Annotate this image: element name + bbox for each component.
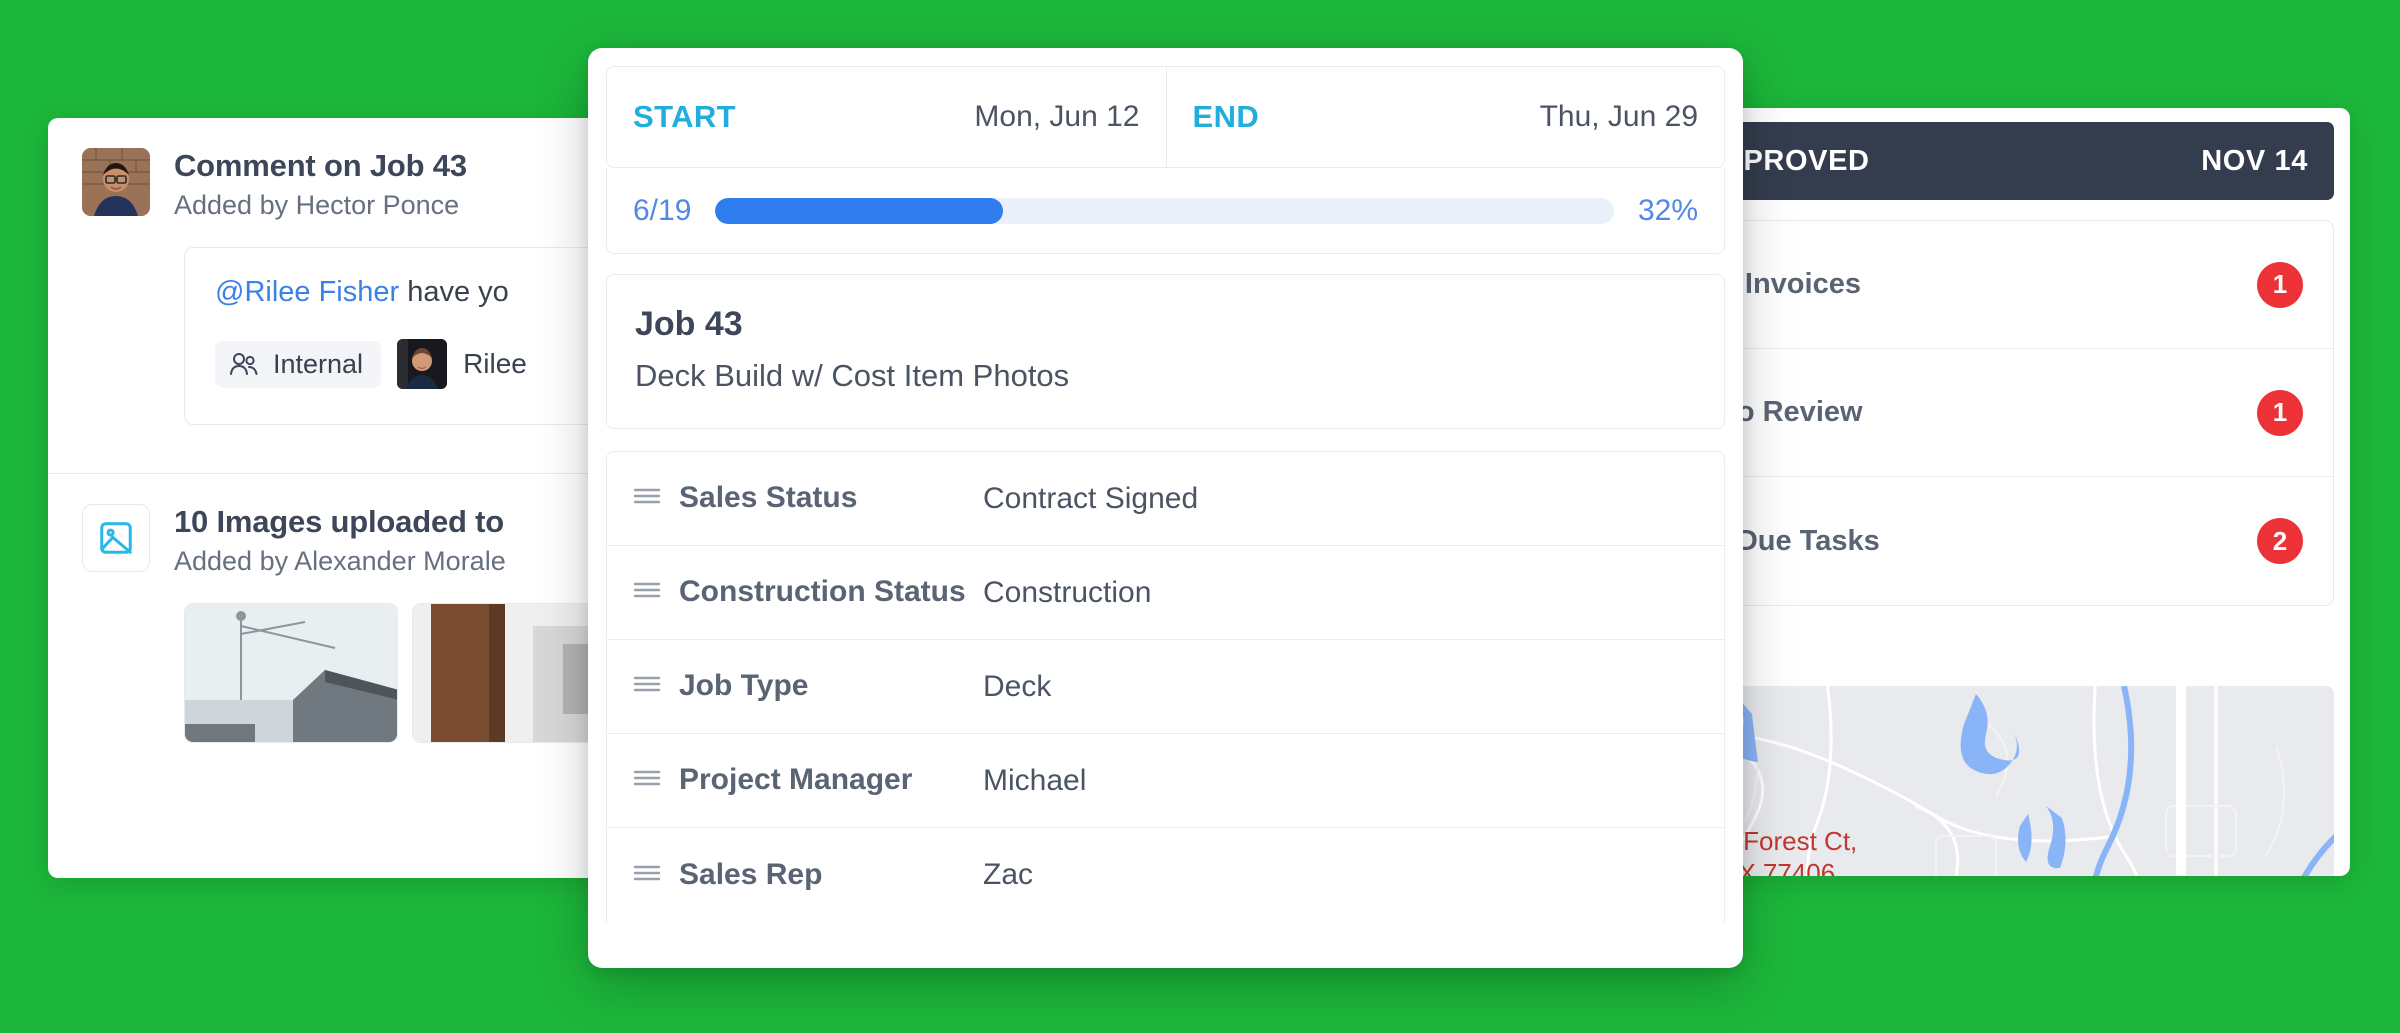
list-item[interactable]: s to Review 1 [1677,349,2333,477]
end-date-label: END [1193,99,1260,135]
progress-days-label: 6/19 [633,194,691,228]
progress-bar-fill [715,198,1003,224]
field-key: Sales Status [607,452,983,545]
tagged-user-name[interactable]: Rilee [463,348,527,380]
progress-card: 6/19 32% [606,168,1725,254]
list-item[interactable]: st Due Tasks 2 [1677,477,2333,605]
field-label: Job Type [679,669,808,704]
field-label: Sales Status [679,481,857,516]
thumbnail-image[interactable] [184,603,398,743]
field-key: Project Manager [607,734,983,827]
table-row[interactable]: Sales Status Contract Signed [607,452,1724,546]
field-label: Sales Rep [679,858,822,893]
end-date-value: Thu, Jun 29 [1540,100,1698,134]
job-detail-modal: START Mon, Jun 12 END Thu, Jun 29 6/19 3… [588,48,1743,968]
field-label: Project Manager [679,763,912,798]
list-icon [633,580,661,605]
end-date-cell[interactable]: END Thu, Jun 29 [1166,67,1725,167]
start-date-cell[interactable]: START Mon, Jun 12 [607,67,1166,167]
status-date: NOV 14 [2201,145,2308,178]
avatar [82,148,150,216]
status-badge: APPROVED NOV 14 [1676,122,2334,200]
list-icon [633,486,661,511]
section-heading: ION [1686,632,2350,664]
table-row[interactable]: Job Type Deck [607,640,1724,734]
list-item[interactable]: en Invoices 1 [1677,221,2333,349]
job-description: Deck Build w/ Cost Item Photos [635,358,1696,394]
field-label: Construction Status [679,575,966,610]
table-row[interactable]: Construction Status Construction [607,546,1724,640]
people-icon [229,351,259,377]
feed-item-text: Comment on Job 43 Added by Hector Ponce [174,148,467,221]
list-icon [633,863,661,888]
progress-bar [715,198,1614,224]
field-key: Construction Status [607,546,983,639]
field-key: Job Type [607,640,983,733]
feed-item-text: 10 Images uploaded to Added by Alexander… [174,504,506,577]
mention-link[interactable]: @Rilee Fisher [215,276,399,308]
start-date-value: Mon, Jun 12 [974,100,1139,134]
dates-card: START Mon, Jun 12 END Thu, Jun 29 [606,66,1725,168]
location-map[interactable]: can Forest Ct, d, TX 77406 [1676,686,2334,876]
field-value: Deck [983,640,1724,733]
job-fields-table: Sales Status Contract Signed [606,451,1725,922]
page-title: Job 43 [635,305,1696,344]
feed-item-title: 10 Images uploaded to [174,504,506,540]
list-icon [633,674,661,699]
comment-body: have yo [399,276,509,308]
status-badge: 1 [2257,262,2303,308]
progress-percent-label: 32% [1638,194,1698,228]
field-value: Michael [983,734,1724,827]
feed-item-title: Comment on Job 43 [174,148,467,184]
avatar [397,339,447,389]
visibility-chip-label: Internal [273,349,363,380]
start-date-label: START [633,99,736,135]
visibility-chip-internal[interactable]: Internal [215,341,381,388]
alerts-list: en Invoices 1 s to Review 1 st Due Tasks… [1676,220,2334,606]
list-icon [633,768,661,793]
field-value: Construction [983,546,1724,639]
status-badge: 1 [2257,390,2303,436]
modal-body: START Mon, Jun 12 END Thu, Jun 29 6/19 3… [588,48,1743,922]
field-value: Zac [983,828,1724,922]
table-row[interactable]: Project Manager Michael [607,734,1724,828]
field-key: Sales Rep [607,828,983,922]
image-icon [82,504,150,572]
feed-item-subtitle: Added by Hector Ponce [174,190,467,221]
field-value: Contract Signed [983,452,1724,545]
table-row[interactable]: Sales Rep Zac [607,828,1724,922]
status-badge: 2 [2257,518,2303,564]
job-info-card[interactable]: Job 43 Deck Build w/ Cost Item Photos [606,274,1725,429]
job-summary-panel: APPROVED NOV 14 en Invoices 1 s to Revie… [1660,108,2350,876]
feed-item-subtitle: Added by Alexander Morale [174,546,506,577]
